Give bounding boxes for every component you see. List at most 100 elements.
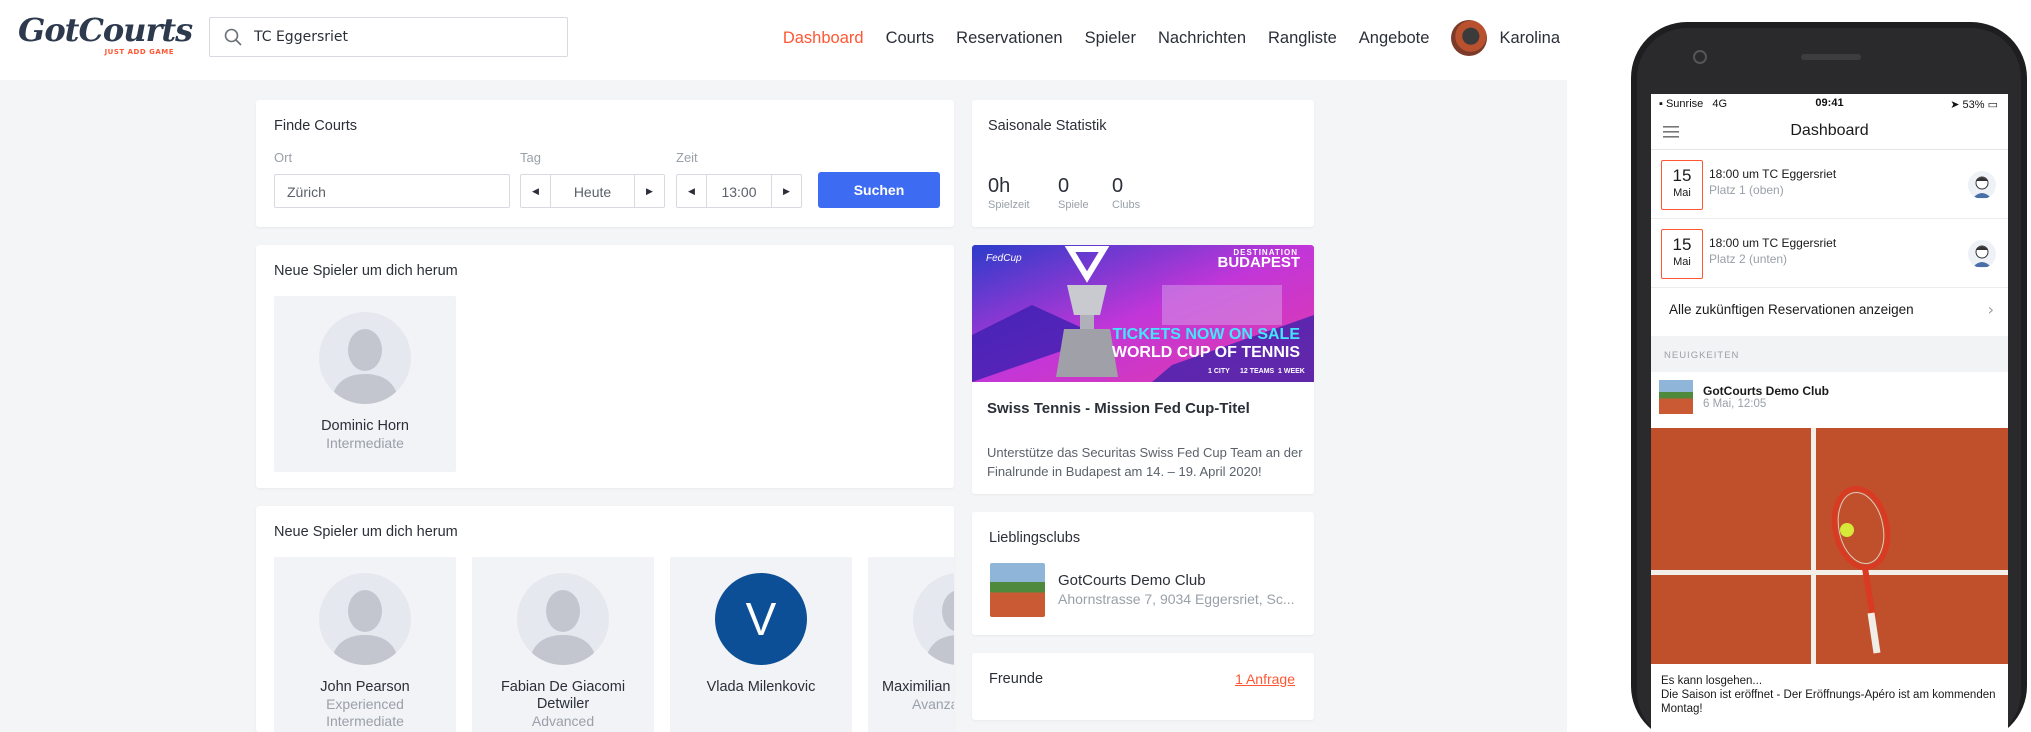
banner-city: BUDAPEST [1217,254,1300,271]
player-card[interactable]: Dominic Horn Intermediate [274,296,456,472]
news-title[interactable]: Swiss Tennis - Mission Fed Cup-Titel [987,399,1287,419]
stat-value: 0 [1112,175,1124,197]
tag-label: Tag [520,150,541,165]
freunde-card: Freunde 1 Anfrage [972,653,1314,720]
reservation-court: Platz 2 (unten) [1709,252,1788,266]
player-initial-avatar: V [715,573,807,665]
nav-angebote[interactable]: Angebote [1359,29,1430,48]
chevron-right-icon: › [1987,300,1994,319]
suchen-button[interactable]: Suchen [818,172,940,208]
club-search-box[interactable] [209,17,568,57]
user-avatar[interactable] [1451,20,1488,56]
user-name[interactable]: Karolina [1499,29,1560,48]
player-level: Avanza [912,696,954,712]
ort-field[interactable]: Zürich [274,174,510,208]
logo-text: GotCourts [18,11,193,49]
player-card[interactable]: John Pearson Experienced Intermediate [274,557,456,732]
tag-value: Heute [573,184,612,200]
stat-label: Spielzeit [988,199,1030,211]
battery-icon: ▭ [1987,99,1998,111]
zeit-value: 13:00 [721,184,757,200]
banner-fact: 12 TEAMS [1240,368,1275,375]
stat-label: Spiele [1058,199,1089,211]
club-address: Ahornstrasse 7, 9034 Eggersriet, Sc... [1058,591,1295,607]
reservation-time-place: 18:00 um TC Eggersriet [1709,167,1837,181]
news-section-label: NEUIGKEITEN [1664,350,1740,361]
reservation-row[interactable]: 15 Mai 18:00 um TC Eggersriet Platz 2 (u… [1651,220,2008,288]
player-name: John Pearson [320,679,410,695]
person-silhouette-icon [529,590,597,665]
tag-stepper[interactable]: ◀ Heute ▶ [520,174,665,208]
stat-value: 0 [1058,175,1070,197]
battery-status: ➤ 53% ▭ [1950,98,1998,111]
banner-fact: 1 WEEK [1278,368,1305,375]
logo-tagline: JUST ADD GAME [104,48,174,56]
player-avatar-icon [1968,171,1996,199]
all-reservations-label: Alle zukünftigen Reservationen anzeigen [1669,302,1914,317]
stat-spielzeit: 0h Spielzeit [988,175,1030,211]
banner-world-cup: WORLD CUP OF TENNIS [1112,344,1300,361]
nav-reservationen[interactable]: Reservationen [956,29,1062,48]
all-reservations-link[interactable]: Alle zukünftigen Reservationen anzeigen … [1651,286,2008,336]
reservation-time-place: 18:00 um TC Eggersriet [1709,236,1837,250]
player-level: Advanced [531,713,595,729]
mobile-screen: ▪ Sunrise 4G 09:41 ➤ 53% ▭ Dashboard 15 … [1651,94,2008,732]
date-day: 15 [1672,235,1692,254]
post-text: Es kann losgehen... Die Saison ist eröff… [1661,674,2001,716]
finde-courts-card: Finde Courts Ort Zürich Tag ◀ Heute ▶ Ze… [256,100,954,227]
search-icon [224,28,242,46]
top-navigation-bar: GotCourts JUST ADD GAME Dashboard Courts… [0,0,1567,80]
nav-spieler[interactable]: Spieler [1085,29,1136,48]
fed-cup-banner[interactable]: FedCup DESTINATION BUDAPEST TICKETS NOW … [972,245,1314,382]
zeit-label: Zeit [676,150,698,165]
reservation-row[interactable]: 15 Mai 18:00 um TC Eggersriet Platz 1 (o… [1651,151,2008,219]
player-card[interactable]: Fabian De Giacomi Detwiler Advanced [472,557,654,732]
neue-spieler-title: Neue Spieler um dich herum [274,524,458,540]
news-text: Unterstütze das Securitas Swiss Fed Cup … [987,445,1303,479]
post-date: 6 Mai, 12:05 [1703,398,1767,410]
tennis-racket-photo[interactable] [1651,428,2008,664]
neue-spieler-title: Neue Spieler um dich herum [274,263,458,279]
ort-value: Zürich [287,184,326,200]
player-avatar-placeholder [319,312,411,404]
player-avatar-placeholder [517,573,609,665]
nav-dashboard[interactable]: Dashboard [783,29,864,48]
zeit-next-icon[interactable]: ▶ [771,175,801,207]
date-badge: 15 Mai [1661,160,1703,210]
battery-percent: 53% [1962,99,1985,111]
stat-value: 0h [988,175,1011,197]
camera-icon [1693,50,1707,64]
main-nav: Dashboard Courts Reservationen Spieler N… [761,0,1560,76]
nav-rangliste[interactable]: Rangliste [1268,29,1337,48]
club-thumbnail[interactable] [990,563,1045,617]
post-club-name: GotCourts Demo Club [1703,384,1829,398]
player-name: Dominic Horn [321,418,409,434]
club-name[interactable]: GotCourts Demo Club [1058,572,1206,589]
tag-prev-icon[interactable]: ◀ [521,175,551,207]
tag-next-icon[interactable]: ▶ [634,175,664,207]
stat-clubs: 0 Clubs [1112,175,1140,211]
statistik-title: Saisonale Statistik [988,118,1107,134]
zeit-stepper[interactable]: ◀ 13:00 ▶ [676,174,802,208]
lieblingsclubs-title: Lieblingsclubs [989,530,1081,546]
player-avatar-icon [1968,240,1996,268]
gotcourts-logo[interactable]: GotCourts JUST ADD GAME [18,11,193,62]
nav-courts[interactable]: Courts [886,29,935,48]
player-card[interactable]: Maximilian Avanza [868,557,954,732]
news-section-header: NEUIGKEITEN [1651,336,2008,372]
friend-request-link[interactable]: 1 Anfrage [1235,671,1295,687]
news-post-header[interactable]: GotCourts Demo Club 6 Mai, 12:05 [1651,372,2008,424]
person-silhouette-icon [331,590,399,665]
news-card[interactable]: FedCup DESTINATION BUDAPEST TICKETS NOW … [972,245,1314,494]
reservation-court: Platz 1 (oben) [1709,183,1784,197]
player-card[interactable]: V Vlada Milenkovic [670,557,852,732]
date-month: Mai [1673,256,1691,268]
player-name: Vlada Milenkovic [706,679,816,695]
finde-courts-title: Finde Courts [274,118,358,134]
screenshot: GotCourts JUST ADD GAME Dashboard Courts… [0,0,2031,732]
nav-nachrichten[interactable]: Nachrichten [1158,29,1246,48]
zeit-prev-icon[interactable]: ◀ [677,175,707,207]
location-icon: ➤ [1950,99,1960,111]
search-input[interactable] [254,18,554,56]
date-badge: 15 Mai [1661,229,1703,279]
